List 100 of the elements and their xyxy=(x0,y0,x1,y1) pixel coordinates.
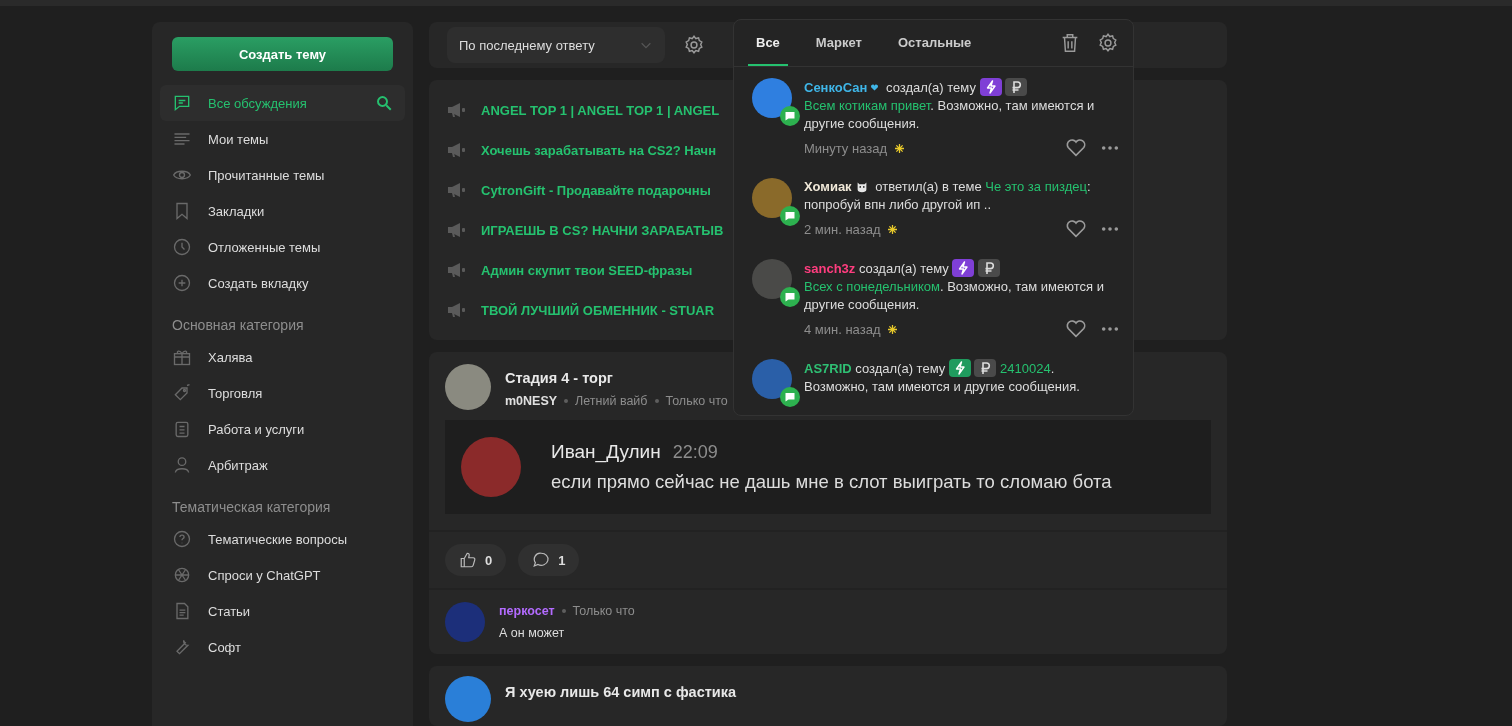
like-button[interactable]: 0 xyxy=(445,544,507,576)
pinned-thread-link[interactable]: ИГРАЕШЬ В CS? НАЧНИ ЗАРАБАТЫВ xyxy=(481,222,724,238)
reply-author[interactable]: перкосет xyxy=(499,604,555,618)
chat-badge-icon xyxy=(780,206,800,226)
category-heading: Тематическая категория xyxy=(171,499,332,515)
avatar-photo-placeholder xyxy=(752,178,792,218)
category-item[interactable]: Тематические вопросы xyxy=(160,521,405,557)
nav-item[interactable]: Создать вкладку xyxy=(160,265,405,301)
category-item[interactable]: Арбитраж xyxy=(160,447,405,483)
nav-item[interactable]: Закладки xyxy=(160,193,405,229)
separator-dot xyxy=(561,609,566,613)
ruble-badge-icon xyxy=(978,259,1001,277)
speech-bubble-icon xyxy=(532,551,551,569)
category-item[interactable]: Статьи xyxy=(160,593,405,629)
pinned-thread-link[interactable]: ТВОЙ ЛУЧШИЙ ОБМЕННИК - STUAR xyxy=(481,302,715,318)
author-name[interactable]: m0NESY xyxy=(505,394,558,408)
pinned-thread-link[interactable]: CytronGift - Продавайте подарочны xyxy=(481,182,711,198)
quote-time: 22:09 xyxy=(672,442,718,463)
user-name[interactable]: sanch3z xyxy=(804,261,856,276)
more-options-icon[interactable] xyxy=(1101,145,1119,151)
question-icon xyxy=(172,529,192,549)
megaphone-icon xyxy=(447,262,467,278)
category-item[interactable]: Работа и услуги xyxy=(160,411,405,447)
notification-time: Минуту назад xyxy=(804,140,888,156)
person-icon xyxy=(172,455,192,475)
thread-title[interactable]: Стадия 4 - торг xyxy=(505,370,728,386)
settings-icon[interactable] xyxy=(1097,32,1119,54)
search-icon[interactable] xyxy=(375,94,393,112)
megaphone-icon xyxy=(447,182,467,198)
separator-dot xyxy=(654,399,659,403)
avatar-photo-placeholder xyxy=(752,359,792,399)
notification-tab[interactable]: Все xyxy=(748,20,788,66)
tag-icon xyxy=(172,383,192,403)
avatar-photo-placeholder xyxy=(445,364,491,410)
post-time: Только что xyxy=(665,394,728,408)
notification-tab[interactable]: Маркет xyxy=(807,20,870,66)
topic-link[interactable]: 2410024 xyxy=(1000,361,1051,376)
quote-text: если прямо сейчас не дашь мне в слот выиграть то сломаю бота xyxy=(551,471,1112,493)
avatar-photo-placeholder xyxy=(445,676,491,722)
heart-icon xyxy=(870,83,880,92)
category-item[interactable]: Торговля xyxy=(160,375,405,411)
avatar-photo-placeholder xyxy=(461,437,521,497)
heart-icon[interactable] xyxy=(1065,137,1087,159)
clock-icon xyxy=(172,237,192,257)
sparkle-icon xyxy=(888,224,898,234)
category-item[interactable]: Софт xyxy=(160,629,405,665)
avatar-photo-placeholder xyxy=(445,602,485,642)
avatar-photo-placeholder xyxy=(752,259,792,299)
ruble-badge-icon xyxy=(1005,78,1028,96)
ruble-badge-icon xyxy=(974,359,997,377)
gift-icon xyxy=(172,347,192,367)
quote-author: Иван_Дулин xyxy=(551,441,661,463)
chat-badge-icon xyxy=(780,287,800,307)
chat-badge-icon xyxy=(780,387,800,407)
heart-icon[interactable] xyxy=(1065,218,1087,240)
category-heading: Основная категория xyxy=(171,317,305,333)
chat-icon xyxy=(172,93,192,113)
notification-text: sanch3z создал(а) тему Всех с понедельником. Возможно, там имеются и другие сообщения. xyxy=(804,259,1105,314)
notification-text: AS7RID создал(а) тему 2410024. Возможно, там имеются и другие сообщения. xyxy=(804,359,1081,396)
user-name[interactable]: Хомиак xyxy=(804,179,852,194)
megaphone-icon xyxy=(447,302,467,318)
user-name[interactable]: AS7RID xyxy=(804,361,852,376)
nav-item[interactable]: Мои темы xyxy=(160,121,405,157)
megaphone-icon xyxy=(447,102,467,118)
settings-icon[interactable] xyxy=(683,34,705,56)
forum-name[interactable]: Летний вайб xyxy=(575,394,648,408)
pinned-thread-link[interactable]: Хочешь зарабатывать на CS2? Начн xyxy=(481,142,716,158)
notification-time: 2 мин. назад xyxy=(804,221,881,237)
megaphone-icon xyxy=(447,142,467,158)
notification-text: Хомиак ответил(а) в теме Че это за пиздец: попробуй впн либо другой ип .. xyxy=(804,178,1092,214)
user-name[interactable]: СенкоСан xyxy=(804,80,868,95)
create-topic-button[interactable]: Создать тему xyxy=(172,37,393,71)
plus-icon xyxy=(172,273,192,293)
separator-dot xyxy=(564,399,569,403)
thread-title[interactable]: Я хуею лишь 64 симп с фастика xyxy=(505,684,737,700)
heart-icon[interactable] xyxy=(1065,318,1087,340)
category-item[interactable]: Спроси у ChatGPT xyxy=(160,557,405,593)
megaphone-icon xyxy=(447,222,467,238)
chat-badge-icon xyxy=(780,106,800,126)
nav-item[interactable]: Все обсуждения xyxy=(160,85,405,121)
nav-item[interactable]: Прочитанные темы xyxy=(160,157,405,193)
notification-text: СенкоСан создал(а) тему Всем котикам привет. Возможно, там имеются и другие сообщения. xyxy=(804,78,1096,133)
more-options-icon[interactable] xyxy=(1101,226,1119,232)
sort-dropdown[interactable]: По последнему ответу xyxy=(447,27,665,63)
pinned-thread-link[interactable]: Админ скупит твои SEED-фразы xyxy=(481,262,693,278)
sparkle-icon xyxy=(888,324,898,334)
reply-text: А он может xyxy=(499,626,566,640)
more-options-icon[interactable] xyxy=(1101,326,1119,332)
notification-time: 4 мин. назад xyxy=(804,321,881,337)
thumbs-up-icon xyxy=(459,551,477,569)
category-item[interactable]: Халява xyxy=(160,339,405,375)
notification-tab[interactable]: Остальные xyxy=(889,20,980,66)
reply-time: Только что xyxy=(572,604,635,618)
sparkle-icon xyxy=(895,143,905,153)
nav-item[interactable]: Отложенные темы xyxy=(160,229,405,265)
topic-link[interactable]: Че это за пиздец xyxy=(985,179,1087,194)
pinned-thread-link[interactable]: ANGEL TOP 1 | ANGEL TOP 1 | ANGEL xyxy=(481,102,720,118)
comments-button[interactable]: 1 xyxy=(518,544,580,576)
avatar-photo-placeholder xyxy=(752,78,792,118)
topic-link[interactable]: Всех с понедельником xyxy=(804,279,940,294)
